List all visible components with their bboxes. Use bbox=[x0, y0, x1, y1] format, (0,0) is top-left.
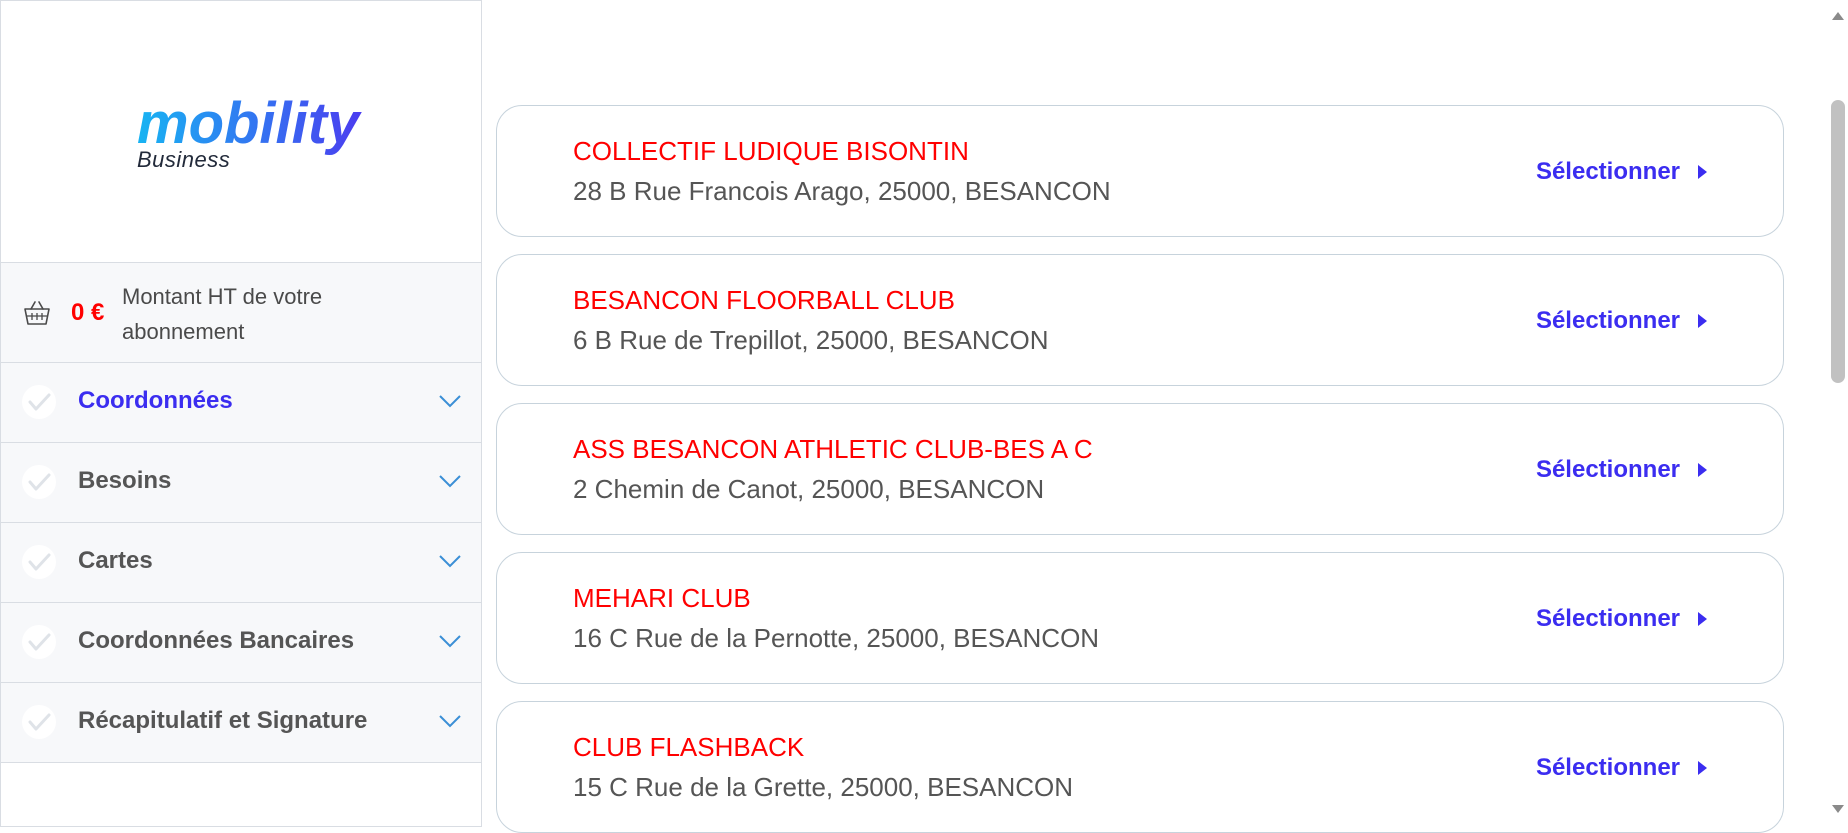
sidebar: mobility Business 0 € Montant HT de votr… bbox=[0, 0, 482, 827]
step-cartes[interactable]: Cartes bbox=[1, 523, 481, 603]
step-label: Récapitulatif et Signature bbox=[78, 707, 368, 734]
subscription-amount: 0 € bbox=[71, 299, 105, 326]
check-icon bbox=[22, 385, 56, 419]
result-name: COLLECTIF LUDIQUE BISONTIN bbox=[573, 136, 969, 166]
result-name: MEHARI CLUB bbox=[573, 583, 751, 613]
step-label: Besoins bbox=[78, 467, 172, 494]
result-address: 2 Chemin de Canot, 25000, BESANCON bbox=[573, 474, 1045, 504]
step-label: Cartes bbox=[78, 547, 153, 574]
chevron-down-icon bbox=[439, 635, 461, 648]
caret-right-icon bbox=[1698, 761, 1707, 775]
check-icon bbox=[22, 545, 56, 579]
step-coordonnees-bancaires[interactable]: Coordonnées Bancaires bbox=[1, 603, 481, 683]
basket-icon bbox=[24, 301, 50, 325]
select-button-label: Sélectionner bbox=[1535, 754, 1680, 781]
check-icon bbox=[22, 705, 56, 739]
subscription-summary: 0 € Montant HT de votre abonnement bbox=[1, 263, 481, 363]
step-coordonnees[interactable]: Coordonnées bbox=[1, 363, 481, 443]
scrollbar-thumb[interactable] bbox=[1831, 100, 1845, 383]
scroll-up-icon[interactable] bbox=[1832, 12, 1844, 20]
result-address: 16 C Rue de la Pernotte, 25000, BESANCON bbox=[573, 623, 1100, 653]
caret-right-icon bbox=[1698, 165, 1707, 179]
result-card[interactable]: ASS BESANCON ATHLETIC CLUB-BES A C 2 Che… bbox=[496, 403, 1784, 535]
result-address: 15 C Rue de la Grette, 25000, BESANCON bbox=[573, 772, 1074, 802]
chevron-down-icon bbox=[439, 715, 461, 728]
chevron-down-icon bbox=[439, 555, 461, 568]
vertical-scrollbar[interactable] bbox=[1829, 0, 1848, 827]
caret-right-icon bbox=[1698, 314, 1707, 328]
select-button[interactable]: Sélectionner bbox=[1536, 307, 1707, 335]
step-label: Coordonnées Bancaires bbox=[78, 627, 355, 654]
step-label: Coordonnées bbox=[78, 387, 233, 414]
chevron-down-icon bbox=[439, 475, 461, 488]
result-name: ASS BESANCON ATHLETIC CLUB-BES A C bbox=[573, 434, 1093, 464]
result-name: BESANCON FLOORBALL CLUB bbox=[573, 285, 955, 315]
result-card[interactable]: CLUB FLASHBACK 15 C Rue de la Grette, 25… bbox=[496, 701, 1784, 833]
caret-right-icon bbox=[1698, 612, 1707, 626]
check-icon bbox=[22, 465, 56, 499]
result-name: CLUB FLASHBACK bbox=[573, 732, 805, 762]
logo-area: mobility Business bbox=[1, 1, 481, 263]
select-button-label: Sélectionner bbox=[1535, 605, 1680, 632]
brand-sub: Business bbox=[137, 147, 231, 172]
select-button-label: Sélectionner bbox=[1535, 158, 1680, 185]
result-card[interactable]: COLLECTIF LUDIQUE BISONTIN 28 B Rue Fran… bbox=[496, 105, 1784, 237]
subscription-amount-label: Montant HT de votre abonnement bbox=[122, 284, 323, 344]
results-list: COLLECTIF LUDIQUE BISONTIN 28 B Rue Fran… bbox=[482, 0, 1822, 833]
chevron-down-icon bbox=[439, 395, 461, 408]
result-address: 6 B Rue de Trepillot, 25000, BESANCON bbox=[573, 325, 1049, 355]
step-besoins[interactable]: Besoins bbox=[1, 443, 481, 523]
select-button[interactable]: Sélectionner bbox=[1536, 456, 1707, 484]
check-icon bbox=[22, 625, 56, 659]
scroll-down-icon[interactable] bbox=[1832, 805, 1844, 813]
select-button-label: Sélectionner bbox=[1535, 456, 1680, 483]
select-button[interactable]: Sélectionner bbox=[1536, 754, 1707, 782]
select-button-label: Sélectionner bbox=[1535, 307, 1680, 334]
select-button[interactable]: Sélectionner bbox=[1536, 158, 1707, 186]
select-button[interactable]: Sélectionner bbox=[1536, 605, 1707, 633]
caret-right-icon bbox=[1698, 463, 1707, 477]
result-card[interactable]: BESANCON FLOORBALL CLUB 6 B Rue de Trepi… bbox=[496, 254, 1784, 386]
step-recapitulatif-signature[interactable]: Récapitulatif et Signature bbox=[1, 683, 481, 763]
result-card[interactable]: MEHARI CLUB 16 C Rue de la Pernotte, 250… bbox=[496, 552, 1784, 684]
result-address: 28 B Rue Francois Arago, 25000, BESANCON bbox=[573, 176, 1111, 206]
